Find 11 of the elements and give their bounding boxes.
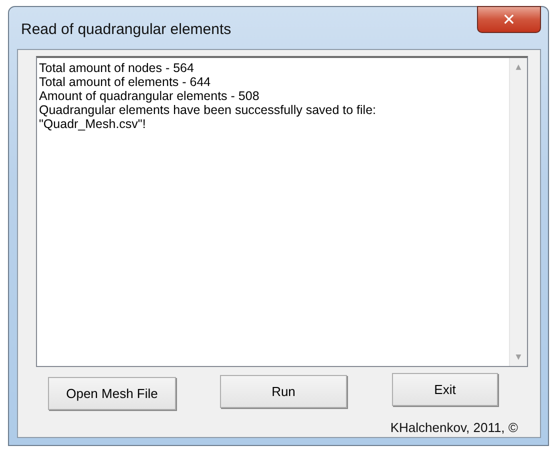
- log-line: Total amount of nodes - 564: [39, 61, 195, 75]
- dialog-button[interactable]: Run: [220, 375, 347, 408]
- log-line: Quadrangular elements have been successfully saved to file:: [39, 103, 377, 117]
- log-line: "Quadr_Mesh.csv"!: [39, 117, 147, 131]
- copyright-text: KHalchenkov, 2011, ©: [390, 420, 519, 435]
- dialog-button[interactable]: Exit: [392, 373, 498, 406]
- log-line: Total amount of elements - 644: [39, 75, 212, 89]
- log-line: Amount of quadrangular elements - 508: [39, 89, 260, 103]
- dialog-button[interactable]: Open Mesh File: [48, 377, 176, 410]
- close-button[interactable]: ✕: [477, 6, 541, 33]
- window-title: Read of quadrangular elements: [20, 20, 232, 38]
